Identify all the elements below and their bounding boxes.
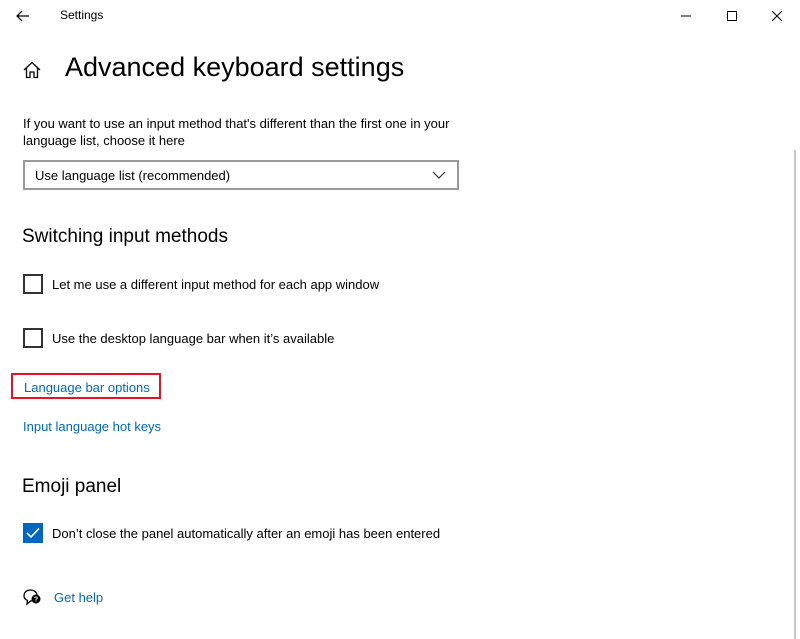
help-chat-icon: ?: [23, 589, 41, 606]
input-method-selected-value: Use language list (recommended): [35, 167, 231, 183]
vertical-scrollbar[interactable]: [794, 150, 796, 639]
desktop-language-bar-option[interactable]: Use the desktop language bar when it’s a…: [23, 328, 334, 348]
checkmark-icon: [26, 527, 40, 539]
emoji-section-heading: Emoji panel: [22, 476, 122, 497]
maximize-icon: [727, 11, 737, 21]
minimize-icon: [681, 15, 691, 17]
per-app-input-method-label: Let me use a different input method for …: [52, 276, 380, 292]
per-app-input-method-checkbox[interactable]: [23, 274, 43, 294]
svg-text:?: ?: [34, 597, 38, 604]
emoji-panel-option[interactable]: Don’t close the panel automatically afte…: [23, 523, 440, 543]
switching-section-heading: Switching input methods: [22, 226, 228, 247]
per-app-input-method-option[interactable]: Let me use a different input method for …: [23, 274, 379, 294]
close-icon: [772, 11, 782, 21]
emoji-panel-label: Don’t close the panel automatically afte…: [52, 525, 441, 541]
page-title: Advanced keyboard settings: [65, 52, 405, 82]
input-method-description: If you want to use an input method that'…: [23, 116, 450, 148]
title-bar: Settings: [0, 0, 800, 32]
input-method-dropdown[interactable]: Use language list (recommended): [23, 160, 459, 190]
chevron-down-icon: [431, 167, 447, 183]
back-button[interactable]: [0, 0, 46, 32]
desktop-language-bar-checkbox[interactable]: [23, 328, 43, 348]
back-arrow-icon: [16, 10, 29, 22]
get-help-row[interactable]: ? Get help: [22, 588, 103, 606]
close-button[interactable]: [754, 0, 800, 32]
emoji-panel-checkbox[interactable]: [23, 523, 43, 543]
minimize-button[interactable]: [663, 0, 709, 32]
language-bar-options-link[interactable]: Language bar options: [11, 373, 161, 399]
get-help-link[interactable]: Get help: [54, 590, 103, 605]
maximize-button[interactable]: [709, 0, 755, 32]
desktop-language-bar-label: Use the desktop language bar when it’s a…: [52, 330, 335, 346]
input-language-hot-keys-link[interactable]: Input language hot keys: [23, 419, 161, 434]
language-bar-options-label: Language bar options: [24, 380, 150, 395]
home-icon: [23, 61, 41, 79]
home-button[interactable]: [22, 60, 42, 80]
window-title: Settings: [60, 8, 104, 22]
